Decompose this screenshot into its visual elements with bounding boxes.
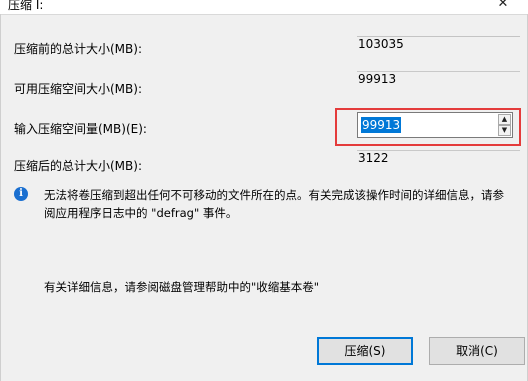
total-after-value: 3122 xyxy=(357,150,520,165)
info-icon: i xyxy=(14,187,28,201)
title-bar: 压缩 I: ✕ xyxy=(0,0,528,15)
shrink-button[interactable]: 压缩(S) xyxy=(317,337,413,365)
shrink-amount-label: 输入压缩空间量(MB)(E): xyxy=(14,122,147,136)
help-message: 有关详细信息，请参阅磁盘管理帮助中的"收缩基本卷" xyxy=(44,280,320,294)
total-before-label: 压缩前的总计大小(MB): xyxy=(14,42,142,56)
available-space-label: 可用压缩空间大小(MB): xyxy=(14,82,142,96)
total-after-label: 压缩后的总计大小(MB): xyxy=(14,159,142,173)
cancel-button[interactable]: 取消(C) xyxy=(429,337,525,365)
available-space-value: 99913 xyxy=(357,71,520,86)
total-before-value: 103035 xyxy=(357,36,520,51)
info-message: 无法将卷压缩到超出任何不可移动的文件所在的点。有关完成该操作时间的详细信息，请参… xyxy=(44,188,504,220)
window-border-left xyxy=(0,14,1,381)
chevron-down-icon: ▼ xyxy=(501,126,508,134)
spin-down-button[interactable]: ▼ xyxy=(498,125,511,136)
chevron-up-icon: ▲ xyxy=(501,115,508,123)
window-title: 压缩 I: xyxy=(8,0,44,12)
shrink-amount-input[interactable]: 99913 ▲ ▼ xyxy=(357,112,513,138)
spin-up-button[interactable]: ▲ xyxy=(498,114,511,125)
close-icon[interactable]: ✕ xyxy=(492,0,514,13)
shrink-amount-value[interactable]: 99913 xyxy=(361,117,402,133)
